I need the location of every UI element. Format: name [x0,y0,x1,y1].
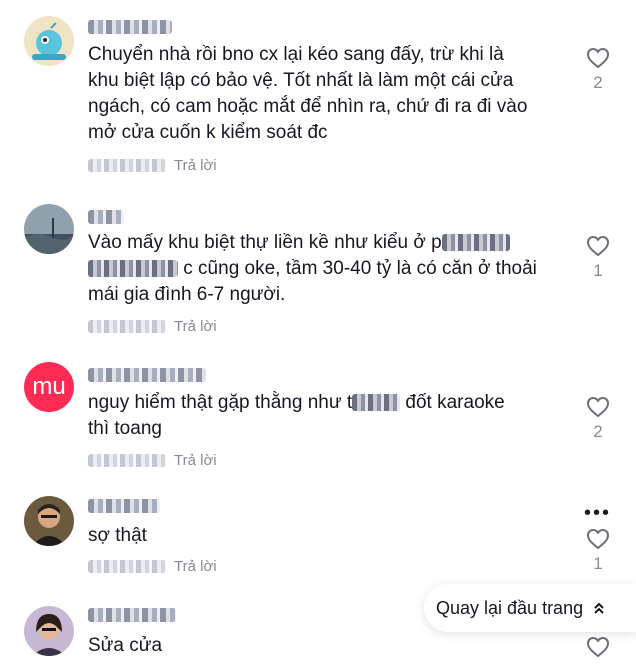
heart-outline-icon [586,47,610,69]
comment-date [88,158,166,172]
comment-text-segment: đốt karaoke [405,392,505,413]
comment-text-line: Sửa cửa [88,635,163,656]
reply-button[interactable]: Trả lời [174,558,217,575]
comment-text: Chuyển nhà rồi bno cx lại kéo sang đấy, … [88,42,568,146]
comment-text-line: mái gia đình 6-7 người. [88,284,286,305]
username[interactable] [88,368,206,382]
blurred-word [88,260,178,277]
more-options-button[interactable]: ••• [584,502,611,525]
comment-meta: Trả lời [88,316,217,336]
blurred-word [441,234,510,251]
like-button[interactable]: 2 [584,47,612,93]
like-button[interactable]: 1 [584,528,612,574]
avatar[interactable] [24,204,74,254]
heart-outline-icon [586,636,610,658]
comment-date [88,559,166,573]
back-to-top-button[interactable]: Quay lại đầu trang [424,584,636,632]
avatar[interactable]: mu [24,362,74,412]
reply-button[interactable]: Trả lời [174,318,217,335]
comment-text-line: sợ thật [88,525,147,546]
chevrons-up-icon [594,602,604,614]
avatar[interactable] [24,16,74,66]
avatar-image [24,16,74,66]
comment-text-segment: nguy hiểm thật gặp thằng như t [88,392,353,413]
like-button[interactable] [584,636,612,658]
comment-text-line: Vào mấy khu biệt thự liền kề như kiểu ở … [88,230,568,256]
comment-date [88,453,166,467]
comment-meta: Trả lời [88,450,217,470]
comment-text-line: Chuyển nhà rồi bno cx lại kéo sang đấy, … [88,44,504,65]
comment-text: sợ thật [88,523,568,549]
avatar-image [24,496,74,546]
blurred-word [352,394,401,411]
avatar[interactable] [24,606,74,656]
comment-date [88,319,166,333]
comment-text-segment: Vào mấy khu biệt thự liền kề như kiểu ở … [88,232,442,253]
reply-button[interactable]: Trả lời [174,157,217,174]
comment-text: Sửa cửa [88,633,568,659]
back-to-top-label: Quay lại đầu trang [436,597,584,618]
heart-outline-icon [586,235,610,257]
comment-text-line: khu biệt lập có bảo vệ. Tốt nhất là làm … [88,70,514,91]
like-button[interactable]: 1 [584,235,612,281]
comment-meta: Trả lời [88,155,217,175]
like-button[interactable]: 2 [584,396,612,442]
avatar[interactable] [24,496,74,546]
comment-text: nguy hiểm thật gặp thằng như t đốt karao… [88,390,568,442]
username[interactable] [88,210,124,224]
like-count: 1 [593,554,603,573]
more-dots-icon: ••• [584,502,612,524]
like-count: 2 [593,422,603,441]
avatar-initials: mu [32,373,66,400]
comment-text: Vào mấy khu biệt thự liền kề như kiểu ở … [88,230,568,308]
heart-outline-icon [586,396,610,418]
avatar-image [24,606,74,656]
comment-text-line: mở cửa cuốn k kiểm soát đc [88,122,328,143]
heart-outline-icon [586,528,610,550]
comment-text-line: nguy hiểm thật gặp thằng như t đốt karao… [88,390,568,416]
comment-text-line: ngách, có cam hoặc mắt để nhìn ra, chứ đ… [88,96,528,117]
comment-text-line: c cũng oke, tầm 30-40 tỷ là có căn ở tho… [88,256,568,282]
username[interactable] [88,608,176,622]
comment-text-segment: c cũng oke, tầm 30-40 tỷ là có căn ở tho… [183,258,537,279]
avatar-image [24,204,74,254]
like-count: 1 [593,261,603,280]
like-count: 2 [593,73,603,92]
comment-text-line: thì toang [88,418,162,439]
comment-meta: Trả lời [88,556,217,576]
username[interactable] [88,20,172,34]
username[interactable] [88,499,160,513]
reply-button[interactable]: Trả lời [174,452,217,469]
